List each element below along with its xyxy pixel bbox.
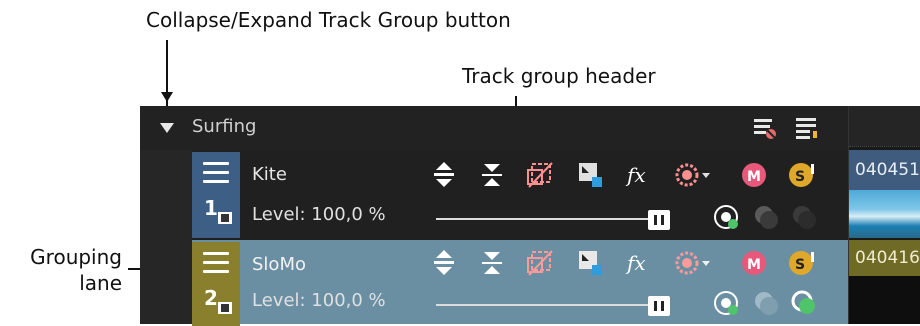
- svg-text:fx: fx: [625, 163, 646, 187]
- bypass-motion-blur-icon[interactable]: [526, 248, 554, 278]
- track-number: 1: [204, 196, 218, 220]
- automation-icon[interactable]: [712, 288, 740, 318]
- annotation-collapse-button: Collapse/Expand Track Group button: [146, 8, 511, 32]
- mute-icon[interactable]: M: [740, 160, 768, 190]
- group-settings-icon[interactable]: [794, 114, 820, 142]
- clip-header-track-2[interactable]: 040416: [849, 240, 920, 276]
- level-slider[interactable]: [436, 210, 706, 230]
- mute-icon[interactable]: M: [740, 248, 768, 278]
- track-name[interactable]: Kite: [252, 164, 287, 185]
- clip-label: 040416: [855, 248, 920, 268]
- envelope-icon[interactable]: [752, 288, 780, 318]
- track-1[interactable]: 1 Kite Level: 100,0 % fx M S: [192, 150, 848, 240]
- timeline-area[interactable]: 040451 040416: [848, 106, 920, 324]
- bypass-motion-blur-icon[interactable]: [526, 160, 554, 190]
- minimize-track-icon[interactable]: [478, 160, 506, 190]
- track-group-header[interactable]: Surfing: [140, 106, 848, 150]
- clip-thumbnail-track-2[interactable]: [849, 276, 920, 324]
- grouping-lane[interactable]: [140, 150, 192, 324]
- clip-label: 040451: [855, 160, 920, 180]
- bus-icon[interactable]: [790, 202, 818, 232]
- track-menu-icon[interactable]: [203, 162, 229, 184]
- annotation-arrowhead-collapse: [161, 92, 173, 102]
- collapse-triangle-icon[interactable]: [158, 120, 176, 136]
- track-name[interactable]: SloMo: [252, 254, 306, 275]
- composite-mode-icon[interactable]: [674, 160, 714, 190]
- video-track-icon: [218, 212, 232, 224]
- fx-icon[interactable]: fx: [624, 160, 652, 190]
- minimize-track-icon[interactable]: [478, 248, 506, 278]
- svg-text:S: S: [795, 169, 805, 185]
- svg-text:S: S: [795, 257, 805, 273]
- timeline-ruler[interactable]: [849, 106, 920, 147]
- remove-group-filter-icon[interactable]: [752, 114, 778, 142]
- annotation-grouping-lane: Grouping lane: [10, 244, 122, 296]
- automation-icon[interactable]: [712, 202, 740, 232]
- solo-icon[interactable]: S: [788, 248, 816, 278]
- track-number-block[interactable]: 2: [192, 242, 240, 326]
- track-list-panel: Surfing 1 Kite Level: 100,0 % fx M S 2 S…: [140, 106, 920, 326]
- bus-icon[interactable]: [790, 288, 818, 318]
- compositing-icon[interactable]: [576, 160, 604, 190]
- annotation-grouping-lane-line1: Grouping: [30, 245, 122, 269]
- fx-icon[interactable]: fx: [624, 248, 652, 278]
- clip-header-track-1[interactable]: 040451: [849, 150, 920, 190]
- level-slider[interactable]: [436, 296, 706, 316]
- track-number: 2: [204, 286, 218, 310]
- track-2[interactable]: 2 SloMo Level: 100,0 % fx M S: [192, 240, 848, 326]
- level-slider-track: [436, 218, 656, 220]
- annotation-grouping-lane-line2: lane: [79, 271, 122, 295]
- level-slider-thumb[interactable]: [648, 296, 670, 316]
- composite-mode-icon[interactable]: [674, 248, 714, 278]
- track-level-label: Level: 100,0 %: [252, 290, 386, 311]
- track-number-block[interactable]: 1: [192, 152, 240, 238]
- solo-icon[interactable]: S: [788, 160, 816, 190]
- group-name: Surfing: [192, 116, 257, 137]
- track-menu-icon[interactable]: [203, 252, 229, 274]
- annotation-track-group-header: Track group header: [462, 64, 656, 88]
- expand-track-icon[interactable]: [430, 248, 458, 278]
- svg-text:fx: fx: [625, 251, 646, 275]
- track-level-label: Level: 100,0 %: [252, 204, 386, 225]
- envelope-icon[interactable]: [752, 202, 780, 232]
- compositing-icon[interactable]: [576, 248, 604, 278]
- level-slider-track: [436, 304, 656, 306]
- svg-text:M: M: [747, 257, 761, 273]
- expand-track-icon[interactable]: [430, 160, 458, 190]
- clip-thumbnail-track-1[interactable]: [849, 190, 920, 238]
- svg-text:M: M: [747, 169, 761, 185]
- video-track-icon: [218, 302, 232, 314]
- level-slider-thumb[interactable]: [648, 210, 670, 230]
